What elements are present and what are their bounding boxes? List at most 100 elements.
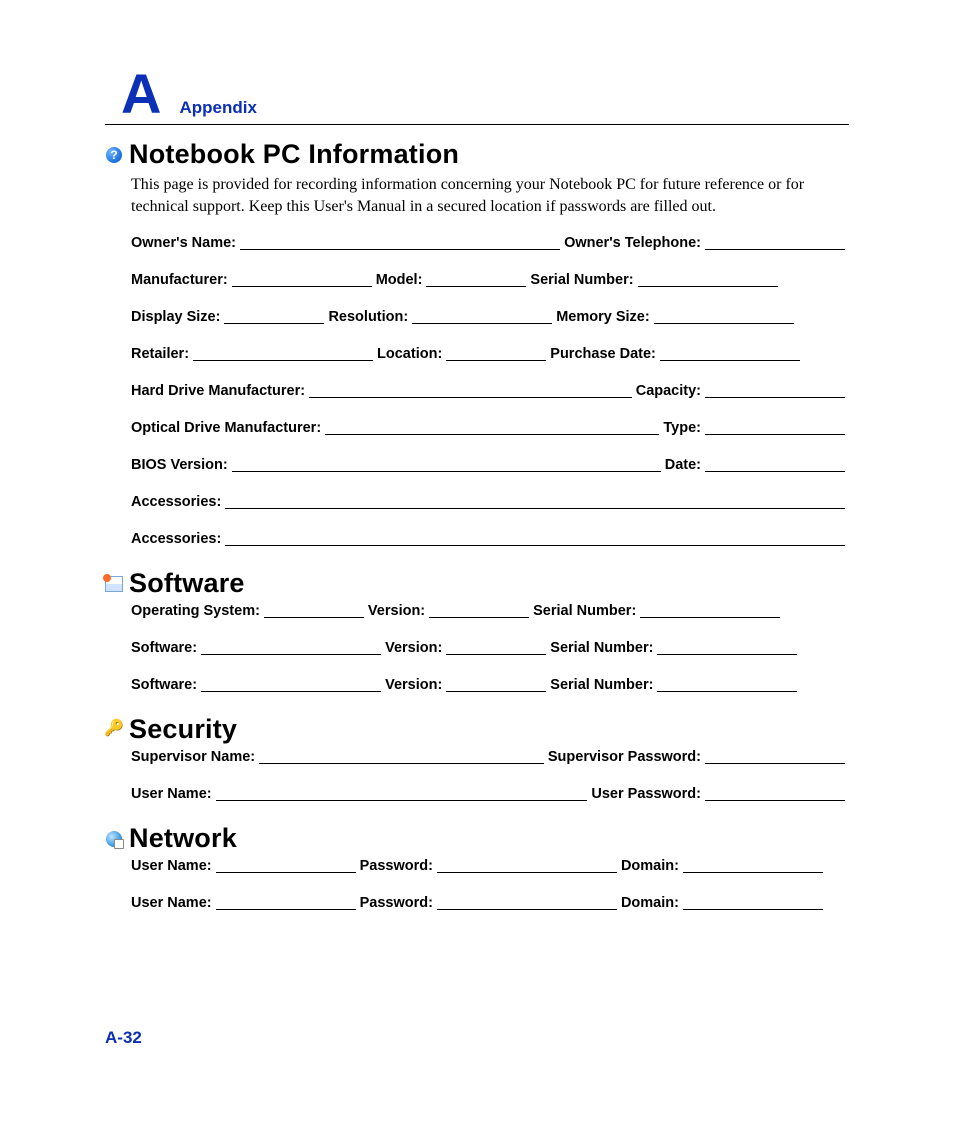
form-row: User Name:Password:Domain: — [131, 895, 849, 910]
form-row: BIOS Version:Date: — [131, 457, 849, 472]
section-title-network: Network — [129, 823, 237, 854]
software-icon — [105, 575, 123, 593]
blank-line[interactable] — [325, 420, 659, 435]
form-row: Software:Version:Serial Number: — [131, 677, 849, 692]
section-network: Network User Name:Password:Domain:User N… — [105, 823, 849, 910]
blank-line[interactable] — [201, 640, 381, 655]
network-fields: User Name:Password:Domain:User Name:Pass… — [131, 858, 849, 910]
field-label: Owner's Name: — [131, 236, 236, 251]
blank-line[interactable] — [705, 457, 845, 472]
blank-line[interactable] — [225, 531, 845, 546]
blank-line[interactable] — [224, 309, 324, 324]
field-label: Capacity: — [636, 384, 701, 399]
section-head-software: Software — [105, 568, 849, 599]
section-head-network: Network — [105, 823, 849, 854]
blank-line[interactable] — [232, 272, 372, 287]
blank-line[interactable] — [225, 494, 845, 509]
section-head-security: 🔑 Security — [105, 714, 849, 745]
blank-line[interactable] — [429, 603, 529, 618]
appendix-header: A Appendix — [105, 66, 849, 125]
field-label: User Name: — [131, 859, 212, 874]
blank-line[interactable] — [201, 677, 381, 692]
field-label: Location: — [377, 347, 442, 362]
section-software: Software Operating System:Version:Serial… — [105, 568, 849, 692]
field-label: Operating System: — [131, 604, 260, 619]
field-label: Retailer: — [131, 347, 189, 362]
blank-line[interactable] — [657, 677, 797, 692]
software-fields: Operating System:Version:Serial Number:S… — [131, 603, 849, 692]
field-label: Version: — [385, 641, 442, 656]
field-label: Software: — [131, 641, 197, 656]
field-label: Serial Number: — [550, 678, 653, 693]
field-label: Version: — [385, 678, 442, 693]
blank-line[interactable] — [638, 272, 778, 287]
field-label: BIOS Version: — [131, 458, 228, 473]
field-label: User Name: — [131, 787, 212, 802]
section-title-security: Security — [129, 714, 237, 745]
blank-line[interactable] — [683, 858, 823, 873]
help-icon: ? — [105, 146, 123, 164]
blank-line[interactable] — [240, 235, 560, 250]
blank-line[interactable] — [437, 858, 617, 873]
field-label: Supervisor Password: — [548, 750, 701, 765]
field-label: Manufacturer: — [131, 273, 228, 288]
blank-line[interactable] — [216, 786, 588, 801]
blank-line[interactable] — [705, 235, 845, 250]
blank-line[interactable] — [264, 603, 364, 618]
blank-line[interactable] — [705, 383, 845, 398]
appendix-letter: A — [121, 66, 161, 122]
notebook-intro: This page is provided for recording info… — [131, 174, 849, 217]
field-label: Serial Number: — [533, 604, 636, 619]
blank-line[interactable] — [309, 383, 632, 398]
field-label: Serial Number: — [550, 641, 653, 656]
section-notebook: ? Notebook PC Information This page is p… — [105, 139, 849, 546]
field-label: Model: — [376, 273, 423, 288]
field-label: Supervisor Name: — [131, 750, 255, 765]
field-label: Memory Size: — [556, 310, 649, 325]
field-label: Type: — [663, 421, 701, 436]
blank-line[interactable] — [446, 346, 546, 361]
blank-line[interactable] — [232, 457, 661, 472]
form-row: Owner's Name:Owner's Telephone: — [131, 235, 849, 250]
field-label: Display Size: — [131, 310, 220, 325]
blank-line[interactable] — [705, 749, 845, 764]
form-row: Accessories: — [131, 531, 849, 546]
blank-line[interactable] — [426, 272, 526, 287]
field-label: Domain: — [621, 896, 679, 911]
form-row: Retailer: Location: Purchase Date: — [131, 346, 849, 361]
blank-line[interactable] — [705, 420, 845, 435]
field-label: Domain: — [621, 859, 679, 874]
field-label: Accessories: — [131, 495, 221, 510]
blank-line[interactable] — [259, 749, 544, 764]
appendix-label: Appendix — [179, 98, 256, 118]
form-row: User Name:Password:Domain: — [131, 858, 849, 873]
field-label: Optical Drive Manufacturer: — [131, 421, 321, 436]
blank-line[interactable] — [193, 346, 373, 361]
field-label: Password: — [360, 896, 433, 911]
field-label: Purchase Date: — [550, 347, 656, 362]
field-label: User Password: — [591, 787, 701, 802]
field-label: Resolution: — [328, 310, 408, 325]
blank-line[interactable] — [657, 640, 797, 655]
blank-line[interactable] — [437, 895, 617, 910]
section-title-notebook: Notebook PC Information — [129, 139, 459, 170]
blank-line[interactable] — [683, 895, 823, 910]
blank-line[interactable] — [216, 858, 356, 873]
globe-icon — [105, 830, 123, 848]
blank-line[interactable] — [654, 309, 794, 324]
section-title-software: Software — [129, 568, 245, 599]
blank-line[interactable] — [446, 640, 546, 655]
blank-line[interactable] — [660, 346, 800, 361]
security-fields: Supervisor Name: Supervisor Password: User… — [131, 749, 849, 801]
form-row: Manufacturer:Model:Serial Number: — [131, 272, 849, 287]
form-row: Hard Drive Manufacturer:Capacity: — [131, 383, 849, 398]
blank-line[interactable] — [446, 677, 546, 692]
form-row: Operating System:Version:Serial Number: — [131, 603, 849, 618]
form-row: Accessories: — [131, 494, 849, 509]
blank-line[interactable] — [412, 309, 552, 324]
blank-line[interactable] — [640, 603, 780, 618]
form-row: Optical Drive Manufacturer: Type: — [131, 420, 849, 435]
form-row: Supervisor Name: Supervisor Password: — [131, 749, 849, 764]
blank-line[interactable] — [216, 895, 356, 910]
blank-line[interactable] — [705, 786, 845, 801]
